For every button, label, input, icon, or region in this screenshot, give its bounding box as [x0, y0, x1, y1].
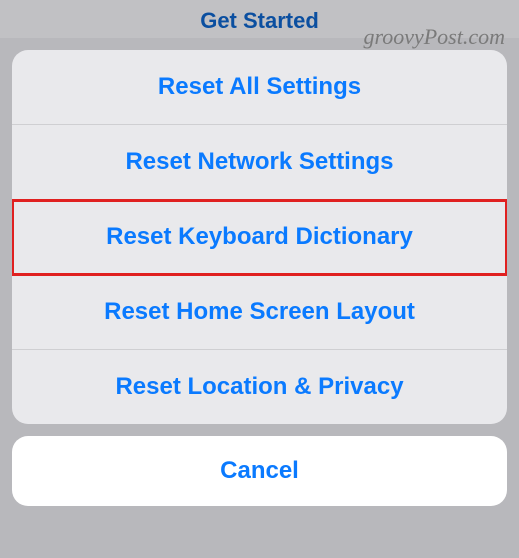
action-label: Reset Home Screen Layout [104, 298, 415, 325]
reset-network-settings-button[interactable]: Reset Network Settings [12, 125, 507, 200]
action-label: Reset Keyboard Dictionary [106, 223, 413, 250]
reset-keyboard-dictionary-button[interactable]: Reset Keyboard Dictionary [12, 200, 507, 275]
cancel-label: Cancel [220, 457, 299, 484]
action-label: Reset Location & Privacy [115, 373, 403, 400]
header-title: Get Started [200, 8, 319, 33]
reset-location-privacy-button[interactable]: Reset Location & Privacy [12, 350, 507, 424]
action-label: Reset All Settings [158, 73, 361, 100]
reset-all-settings-button[interactable]: Reset All Settings [12, 50, 507, 125]
action-label: Reset Network Settings [125, 148, 393, 175]
reset-home-screen-layout-button[interactable]: Reset Home Screen Layout [12, 275, 507, 350]
header-bar: Get Started [0, 0, 519, 38]
action-sheet-container: Reset All Settings Reset Network Setting… [0, 50, 519, 506]
cancel-button[interactable]: Cancel [12, 436, 507, 506]
action-sheet: Reset All Settings Reset Network Setting… [12, 50, 507, 424]
